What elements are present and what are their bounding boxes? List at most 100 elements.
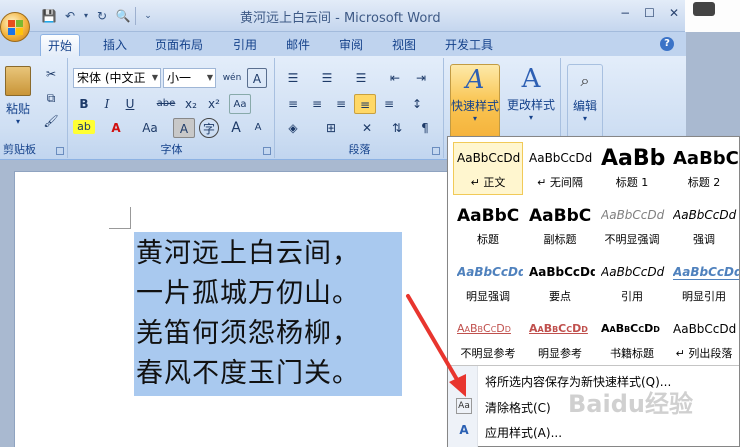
italic-button[interactable]: I bbox=[96, 94, 118, 114]
apply-styles-icon: A bbox=[459, 423, 469, 437]
side-panel bbox=[685, 0, 740, 32]
cut-icon[interactable]: ✂ bbox=[40, 64, 62, 84]
poem-line: 春风不度玉门关。 bbox=[136, 358, 360, 389]
help-icon[interactable]: ? bbox=[660, 37, 674, 51]
highlight-button[interactable]: ab bbox=[73, 120, 95, 134]
style-title[interactable]: AaBbC 标题 bbox=[453, 199, 523, 252]
font-launcher-icon[interactable] bbox=[263, 147, 271, 155]
character-border-icon[interactable]: A bbox=[247, 68, 267, 88]
underline-button[interactable]: U bbox=[119, 94, 141, 114]
style-subtle-reference[interactable]: AaBbCcDd 不明显参考 bbox=[453, 313, 523, 366]
style-normal[interactable]: AaBbCcDd ↵ 正文 bbox=[453, 142, 523, 195]
margin-corner-mark bbox=[109, 207, 131, 229]
style-quote[interactable]: AaBbCcDd 引用 bbox=[597, 256, 667, 309]
tab-developer[interactable]: 开发工具 bbox=[445, 36, 493, 53]
style-list-paragraph[interactable]: AaBbCcDd ↵ 列出段落 bbox=[669, 313, 739, 366]
tab-references[interactable]: 引用 bbox=[233, 36, 257, 53]
style-name: 副标题 bbox=[543, 233, 577, 246]
shading-icon[interactable]: ◈ bbox=[282, 118, 304, 138]
copy-icon[interactable]: ⧉ bbox=[40, 88, 62, 108]
style-intense-quote[interactable]: AaBbCcDd 明显引用 bbox=[669, 256, 739, 309]
align-left-icon[interactable]: ≡ bbox=[282, 94, 304, 114]
paragraph-group-label: 段落 bbox=[348, 143, 371, 156]
clear-formatting-icon[interactable]: Aa bbox=[229, 94, 251, 114]
watermark: Baidu经验 bbox=[568, 390, 693, 418]
undo-icon[interactable]: ↶ bbox=[61, 7, 79, 25]
style-no-spacing[interactable]: AaBbCcDd ↵ 无间隔 bbox=[525, 142, 595, 195]
sort-icon[interactable]: ⇅ bbox=[386, 118, 408, 138]
style-sample: AaBbCcDd bbox=[529, 151, 593, 165]
increase-indent-icon[interactable]: ⇥ bbox=[410, 68, 432, 88]
numbering-icon[interactable]: ☰ bbox=[316, 68, 338, 88]
line-spacing-icon[interactable]: ↕ bbox=[406, 94, 428, 114]
paragraph-launcher-icon[interactable] bbox=[432, 147, 440, 155]
style-heading-2[interactable]: AaBbC 标题 2 bbox=[669, 142, 739, 195]
poem-line: 黄河远上白云间， bbox=[136, 238, 360, 269]
editing-button[interactable]: ⌕ 编辑 ▾ bbox=[567, 64, 603, 140]
align-right-icon[interactable]: ≡ bbox=[330, 94, 352, 114]
tab-review[interactable]: 审阅 bbox=[339, 36, 363, 53]
chinese-layout-icon[interactable]: ✕ bbox=[356, 118, 378, 138]
style-strong[interactable]: AaBbCcDd 要点 bbox=[525, 256, 595, 309]
grow-font-button[interactable]: A bbox=[225, 118, 247, 138]
tab-view[interactable]: 视图 bbox=[392, 36, 416, 53]
style-emphasis[interactable]: AaBbCcDd 强调 bbox=[669, 199, 739, 252]
binoculars-icon: ⌕ bbox=[580, 71, 590, 90]
customize-qat-icon[interactable]: ⌄ bbox=[139, 7, 157, 25]
style-sample: AaBbCcDd bbox=[457, 265, 523, 279]
font-color-button[interactable]: A bbox=[105, 118, 127, 138]
align-center-icon[interactable]: ≡ bbox=[306, 94, 328, 114]
maximize-button[interactable]: ☐ bbox=[644, 6, 655, 20]
save-icon[interactable]: 💾 bbox=[40, 7, 58, 25]
poem-line: 一片孤城万仞山。 bbox=[136, 278, 360, 309]
bold-button[interactable]: B bbox=[73, 94, 95, 114]
tab-home[interactable]: 开始 bbox=[40, 34, 81, 58]
style-sample: AaBbCcDd bbox=[601, 322, 660, 335]
undo-dropdown-icon[interactable]: ▾ bbox=[82, 7, 90, 25]
style-name: 明显强调 bbox=[466, 290, 510, 303]
show-marks-icon[interactable]: ¶ bbox=[414, 118, 436, 138]
borders-icon[interactable]: ⊞ bbox=[320, 118, 342, 138]
change-styles-button[interactable]: A 更改样式 ▾ bbox=[505, 64, 557, 140]
subscript-button[interactable]: x₂ bbox=[180, 94, 202, 114]
font-name-select[interactable]: 宋体 (中文正 ▼ bbox=[73, 68, 161, 88]
minimize-button[interactable]: − bbox=[620, 6, 630, 20]
enclose-characters-icon[interactable]: 字 bbox=[199, 118, 219, 138]
superscript-button[interactable]: x² bbox=[203, 94, 225, 114]
style-name: 不明显强调 bbox=[604, 233, 660, 246]
selected-text[interactable]: 黄河远上白云间， 一片孤城万仞山。 羌笛何须怨杨柳， 春风不度玉门关。 bbox=[134, 232, 402, 396]
menu-item-label: 应用样式(A)... bbox=[485, 426, 563, 440]
paste-button[interactable]: 粘贴 ▾ bbox=[3, 64, 33, 134]
style-heading-1[interactable]: AaBb 标题 1 bbox=[597, 142, 667, 195]
style-subtle-emphasis[interactable]: AaBbCcDd 不明显强调 bbox=[597, 199, 667, 252]
justify-icon[interactable]: ≡ bbox=[354, 94, 376, 114]
shrink-font-button[interactable]: A bbox=[247, 118, 269, 138]
tab-mailings[interactable]: 邮件 bbox=[286, 36, 310, 53]
font-size-select[interactable]: 小一 ▼ bbox=[163, 68, 216, 88]
tab-insert[interactable]: 插入 bbox=[103, 36, 127, 53]
chevron-down-icon: ▾ bbox=[582, 114, 587, 123]
apply-styles-item[interactable]: A 应用样式(A)... bbox=[448, 419, 739, 443]
character-shading-icon[interactable]: A bbox=[173, 118, 195, 138]
redo-icon[interactable]: ↻ bbox=[93, 7, 111, 25]
strikethrough-button[interactable]: abe bbox=[155, 94, 177, 114]
phonetic-guide-icon[interactable]: wén bbox=[221, 68, 243, 88]
clipboard-launcher-icon[interactable] bbox=[56, 147, 64, 155]
bullets-icon[interactable]: ☰ bbox=[282, 68, 304, 88]
office-button[interactable] bbox=[0, 12, 30, 42]
format-painter-icon[interactable]: 🖌 bbox=[40, 111, 62, 131]
quick-styles-icon: A bbox=[465, 65, 485, 95]
close-button[interactable]: ✕ bbox=[669, 6, 679, 20]
tab-page-layout[interactable]: 页面布局 bbox=[155, 36, 203, 53]
change-case-button[interactable]: Aa bbox=[139, 118, 161, 138]
distributed-icon[interactable]: ≡ bbox=[378, 94, 400, 114]
style-intense-reference[interactable]: AaBbCcDd 明显参考 bbox=[525, 313, 595, 366]
change-styles-icon: A bbox=[521, 64, 541, 94]
style-subtitle[interactable]: AaBbC 副标题 bbox=[525, 199, 595, 252]
decrease-indent-icon[interactable]: ⇤ bbox=[384, 68, 406, 88]
multilevel-list-icon[interactable]: ☰ bbox=[350, 68, 372, 88]
quick-styles-button[interactable]: A 快速样式 ▾ bbox=[450, 64, 500, 140]
style-book-title[interactable]: AaBbCcDd 书籍标题 bbox=[597, 313, 667, 366]
style-intense-emphasis[interactable]: AaBbCcDd 明显强调 bbox=[453, 256, 523, 309]
print-preview-icon[interactable]: 🔍 bbox=[114, 7, 132, 25]
